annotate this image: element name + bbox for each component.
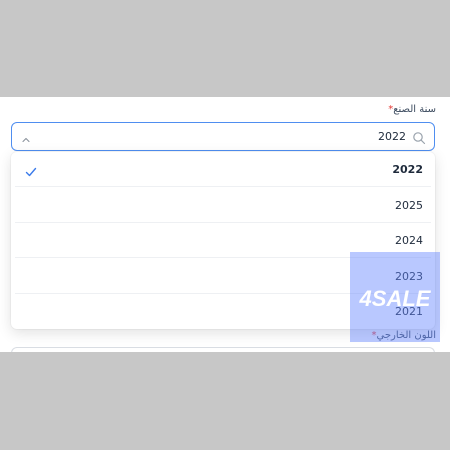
year-option[interactable]: 2021: [15, 294, 431, 329]
year-option-label: 2021: [395, 305, 423, 318]
year-option[interactable]: 2024: [15, 223, 431, 258]
color-field-label: اللون الخارجي*: [369, 330, 437, 341]
year-select[interactable]: 2022: [11, 122, 435, 151]
year-select-value: 2022: [378, 130, 406, 143]
year-option[interactable]: 2023: [15, 259, 431, 294]
year-option[interactable]: 2022: [15, 152, 431, 187]
year-field-label: سنة الصنع*: [385, 104, 436, 115]
year-option-label: 2025: [395, 199, 423, 212]
check-icon: [25, 163, 37, 177]
year-option-label: 2023: [395, 270, 423, 283]
modal-overlay-bottom[interactable]: [0, 352, 450, 450]
year-option-label: 2024: [395, 234, 423, 247]
modal-overlay-top[interactable]: [0, 0, 450, 97]
chevron-up-icon[interactable]: [20, 131, 32, 143]
year-option-label: 2022: [392, 163, 423, 176]
year-field-label-text: سنة الصنع: [393, 104, 436, 115]
year-options-dropdown: 2022 2025 2024 2023 2021: [11, 152, 435, 329]
year-option[interactable]: 2025: [15, 188, 431, 223]
color-field-label-text: اللون الخارجي: [376, 330, 437, 341]
search-icon: [412, 130, 426, 145]
